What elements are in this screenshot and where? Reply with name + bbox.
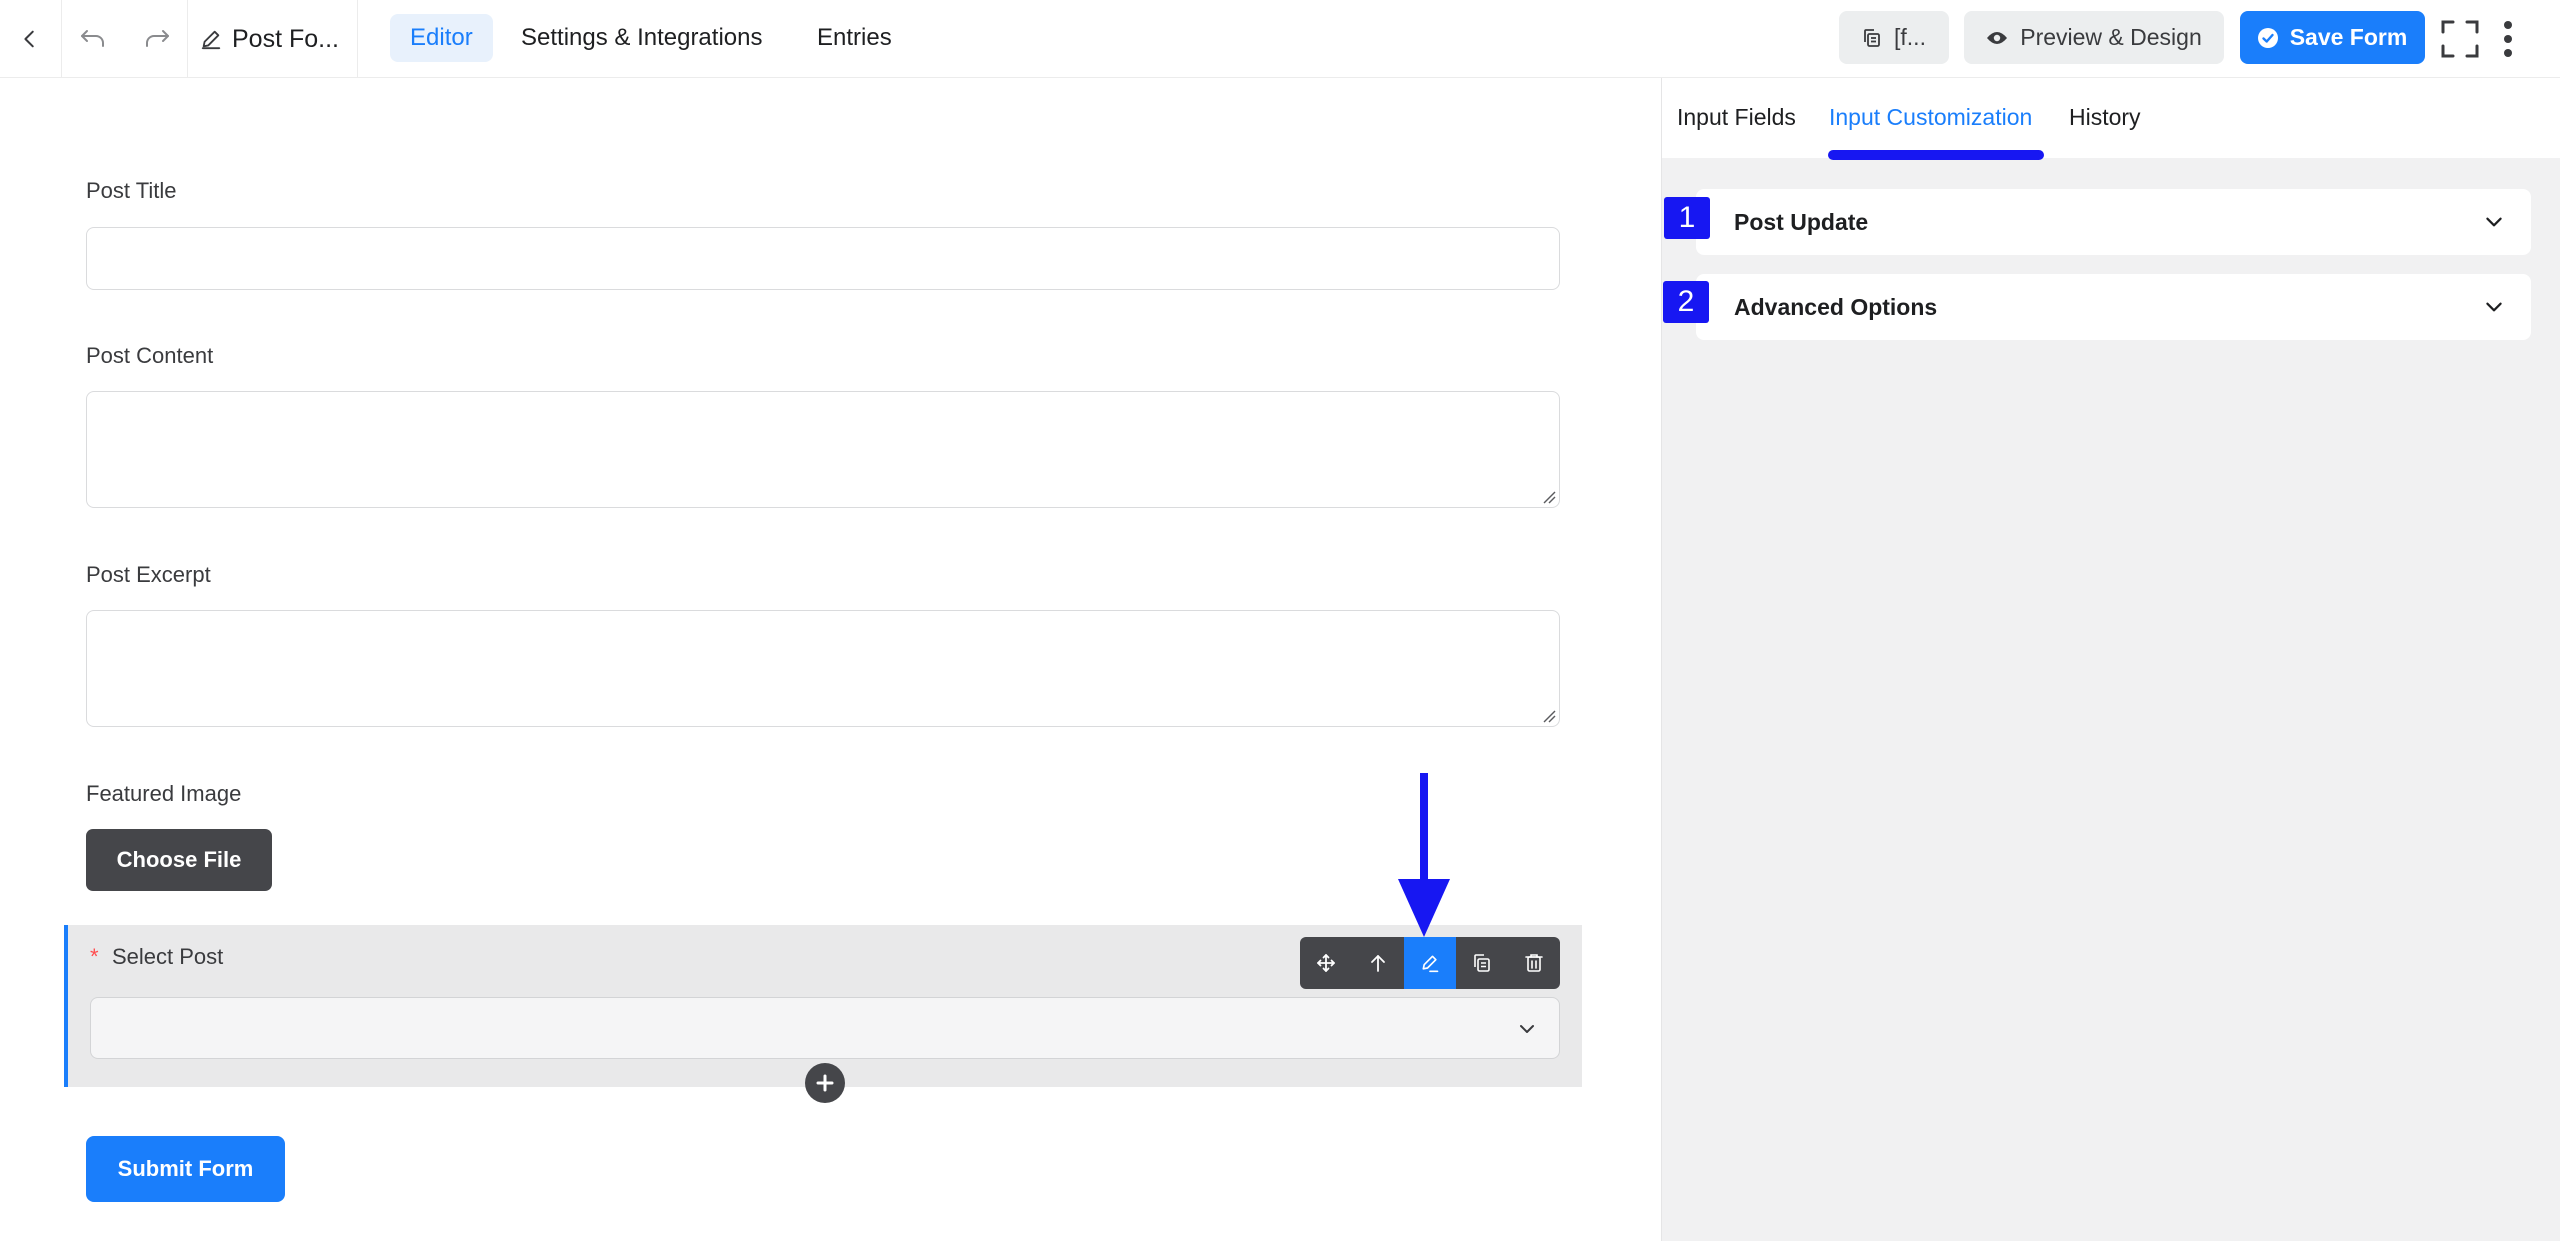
save-form-label: Save Form <box>2289 24 2408 50</box>
shortcode-text: [f... <box>1894 24 1926 50</box>
chevron-down-icon <box>2483 211 2505 233</box>
add-field-button[interactable] <box>805 1063 845 1103</box>
arrow-up-icon[interactable] <box>1352 937 1404 989</box>
select-post-dropdown[interactable] <box>90 997 1560 1059</box>
resize-handle-icon[interactable] <box>1542 490 1556 504</box>
post-excerpt-label: Post Excerpt <box>86 562 211 587</box>
back-icon[interactable] <box>0 0 60 78</box>
top-bar: Post Fo... Editor Settings & Integration… <box>0 0 2560 78</box>
tab-input-fields[interactable]: Input Fields <box>1677 104 1796 131</box>
tab-input-customization[interactable]: Input Customization <box>1829 104 2032 131</box>
tab-entries[interactable]: Entries <box>797 14 912 62</box>
form-title-text: Post Fo... <box>232 24 339 53</box>
annotation-badge-1: 1 <box>1664 197 1710 239</box>
tab-settings-integrations[interactable]: Settings & Integrations <box>501 14 782 62</box>
form-title[interactable]: Post Fo... <box>200 0 339 78</box>
save-form-button[interactable]: Save Form <box>2240 11 2425 64</box>
accordion-title: Post Update <box>1734 209 1869 235</box>
right-panel-tabs: Input Fields Input Customization History <box>1662 78 2560 160</box>
accordion-advanced-options[interactable]: Advanced Options <box>1696 274 2531 340</box>
accordion-title: Advanced Options <box>1734 294 1938 320</box>
annotation-badge-2: 2 <box>1663 281 1709 323</box>
chevron-down-icon <box>2483 296 2505 318</box>
select-post-label: Select Post <box>112 944 224 969</box>
choose-file-button[interactable]: Choose File <box>86 829 272 891</box>
shortcode-button[interactable]: [f... <box>1839 11 1949 64</box>
tab-editor[interactable]: Editor <box>390 14 493 62</box>
redo-icon[interactable] <box>126 0 188 78</box>
edit-icon[interactable] <box>1404 937 1456 989</box>
move-icon[interactable] <box>1300 937 1352 989</box>
field-action-toolbar <box>1300 937 1560 989</box>
featured-image-label: Featured Image <box>86 781 242 806</box>
preview-design-button[interactable]: Preview & Design <box>1964 11 2224 64</box>
annotation-arrow-icon <box>1396 773 1452 939</box>
post-content-label: Post Content <box>86 343 214 368</box>
more-vertical-icon[interactable] <box>2496 0 2520 78</box>
tab-history[interactable]: History <box>2069 104 2141 131</box>
submit-form-button[interactable]: Submit Form <box>86 1136 285 1202</box>
resize-handle-icon[interactable] <box>1542 709 1556 723</box>
chevron-down-icon <box>1517 1019 1537 1039</box>
accordion-post-update[interactable]: Post Update <box>1696 189 2531 255</box>
required-asterisk: * <box>90 944 99 969</box>
check-circle-icon <box>2257 27 2278 48</box>
undo-icon[interactable] <box>62 0 124 78</box>
post-excerpt-textarea[interactable] <box>86 610 1560 727</box>
duplicate-icon[interactable] <box>1456 937 1508 989</box>
post-content-textarea[interactable] <box>86 391 1560 508</box>
eye-icon <box>1986 30 2008 46</box>
preview-design-label: Preview & Design <box>2020 24 2202 50</box>
post-title-input[interactable] <box>86 227 1560 290</box>
copy-icon <box>1862 28 1882 48</box>
trash-icon[interactable] <box>1508 937 1560 989</box>
fullscreen-icon[interactable] <box>2440 0 2480 78</box>
pencil-icon <box>200 28 222 50</box>
right-panel: Input Fields Input Customization History… <box>1661 78 2560 1241</box>
active-tab-indicator <box>1828 150 2044 160</box>
post-title-label: Post Title <box>86 178 177 203</box>
